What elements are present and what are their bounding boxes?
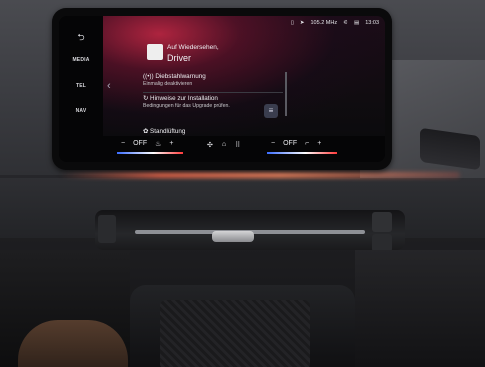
item-title: Hinweise zur Installation bbox=[150, 95, 218, 102]
scrollbar[interactable] bbox=[285, 72, 287, 116]
list-item-ventilation[interactable]: ✿ Standlüftung bbox=[143, 128, 287, 135]
climate-center-icons: ✣ ⌂ ⠿ bbox=[207, 141, 240, 149]
fan-icon[interactable]: ✣ bbox=[207, 141, 213, 149]
temp-down-button[interactable]: − bbox=[121, 140, 125, 148]
seat-heat-icon[interactable]: ♨ bbox=[155, 140, 161, 148]
seat-heat-icon[interactable]: ⌐ bbox=[305, 140, 309, 147]
temp-up-button[interactable]: + bbox=[169, 140, 173, 148]
wireless-charging-pad bbox=[160, 300, 310, 367]
right-seat bbox=[355, 250, 485, 367]
radio-frequency: 105.2 MHz bbox=[310, 20, 338, 26]
welcome-header: Auf Wiedersehen, Driver bbox=[143, 42, 283, 70]
vent-left-button[interactable] bbox=[98, 215, 116, 243]
ambient-light-strip bbox=[60, 172, 460, 178]
clock: 13:03 bbox=[365, 20, 379, 26]
climate-bar: − OFF ♨ + ✣ ⌂ ⠿ − OFF ⌐ + bbox=[103, 136, 385, 162]
apps-icon[interactable]: ⠿ bbox=[235, 141, 240, 149]
right-climate-control: − OFF ⌐ + bbox=[271, 140, 321, 147]
navigation-icon: ➤ bbox=[299, 20, 305, 26]
item-title: Standlüftung bbox=[150, 128, 186, 135]
message-icon: ▤ bbox=[354, 20, 360, 26]
refresh-icon: ↻ bbox=[143, 95, 149, 102]
item-subtitle: Einmalig deaktivieren bbox=[143, 81, 193, 87]
temp-up-button[interactable]: + bbox=[317, 140, 321, 147]
list-item-theft-warning[interactable]: ((•)) Diebstahlwarnung Einmalig deaktivi… bbox=[143, 73, 287, 87]
phone-icon: ▯ bbox=[290, 20, 294, 26]
item-subtitle: Bedingungen für das Upgrade prüfen. bbox=[143, 103, 230, 109]
left-climate-control: − OFF ♨ + bbox=[121, 140, 173, 148]
chevron-left-icon[interactable]: ‹ bbox=[107, 80, 111, 92]
sidebar-item-tel[interactable]: TEL bbox=[63, 83, 99, 89]
sidebar-item-nav[interactable]: NAV bbox=[63, 108, 99, 114]
temp-down-button[interactable]: − bbox=[271, 140, 275, 147]
item-title: Diebstahlwarnung bbox=[155, 73, 206, 80]
status-bar: ▯ ➤ 105.2 MHz ⚟ ▤ 13:03 bbox=[291, 20, 379, 26]
driver-avatar bbox=[147, 44, 163, 60]
left-temp-slider[interactable] bbox=[117, 152, 183, 154]
vent-adjuster-knob[interactable] bbox=[212, 231, 254, 242]
car-interior-photo: ⮌ MEDIA TEL NAV ‹ ▯ ➤ 105.2 MHz ⚟ ▤ 13:0… bbox=[0, 0, 485, 367]
alarm-icon: ((•)) bbox=[143, 73, 154, 80]
right-temp-slider[interactable] bbox=[267, 152, 337, 154]
sidebar-item-media[interactable]: MEDIA bbox=[63, 57, 99, 63]
seat-upholstery bbox=[18, 320, 128, 367]
driver-name: Driver bbox=[167, 53, 191, 63]
back-arrow-icon[interactable]: ⮌ bbox=[71, 30, 91, 46]
defrost-button[interactable] bbox=[372, 212, 392, 232]
welcome-greeting: Auf Wiedersehen, bbox=[167, 44, 219, 51]
home-icon[interactable]: ⌂ bbox=[222, 141, 226, 149]
menu-icon[interactable]: ≡ bbox=[264, 104, 278, 118]
right-temp-value[interactable]: OFF bbox=[283, 140, 297, 147]
sidebar: ⮌ MEDIA TEL NAV bbox=[59, 16, 103, 162]
infotainment-screen: ⮌ MEDIA TEL NAV ‹ ▯ ➤ 105.2 MHz ⚟ ▤ 13:0… bbox=[59, 16, 385, 162]
signal-icon: ⚟ bbox=[343, 20, 349, 26]
divider bbox=[143, 92, 283, 93]
left-temp-value[interactable]: OFF bbox=[133, 140, 147, 148]
fan-icon: ✿ bbox=[143, 128, 149, 135]
